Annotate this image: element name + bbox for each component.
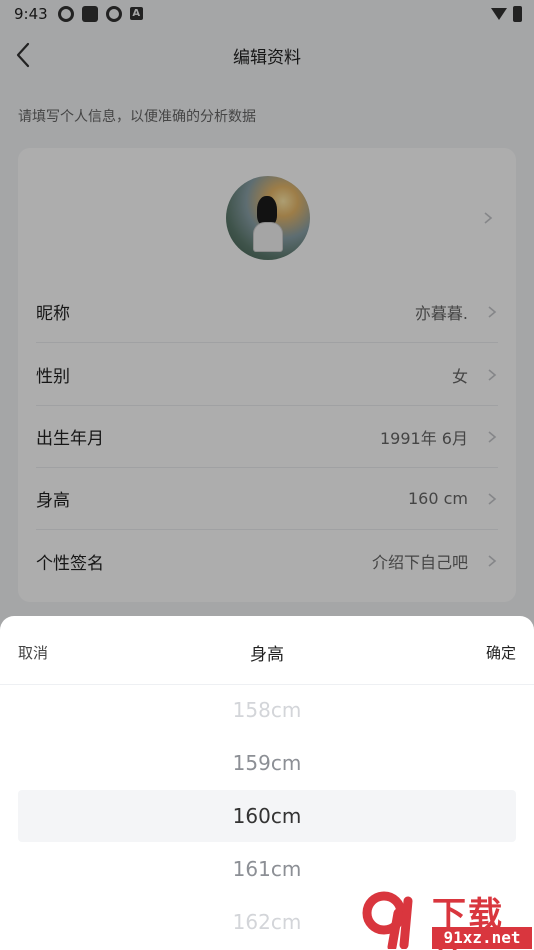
watermark-logo-icon [362, 891, 413, 949]
watermark: 下载站 91xz.net [360, 885, 534, 950]
watermark-url: 91xz.net [432, 927, 532, 949]
picker-option[interactable]: 158cm [0, 698, 534, 722]
sheet-title: 身高 [250, 645, 284, 665]
picker-option[interactable]: 159cm [0, 751, 534, 775]
sheet-header: 取消 身高 确定 [0, 616, 534, 685]
picker-option-selected[interactable]: 160cm [0, 804, 534, 828]
confirm-button[interactable]: 确定 [486, 642, 516, 663]
picker-option[interactable]: 161cm [0, 857, 534, 881]
